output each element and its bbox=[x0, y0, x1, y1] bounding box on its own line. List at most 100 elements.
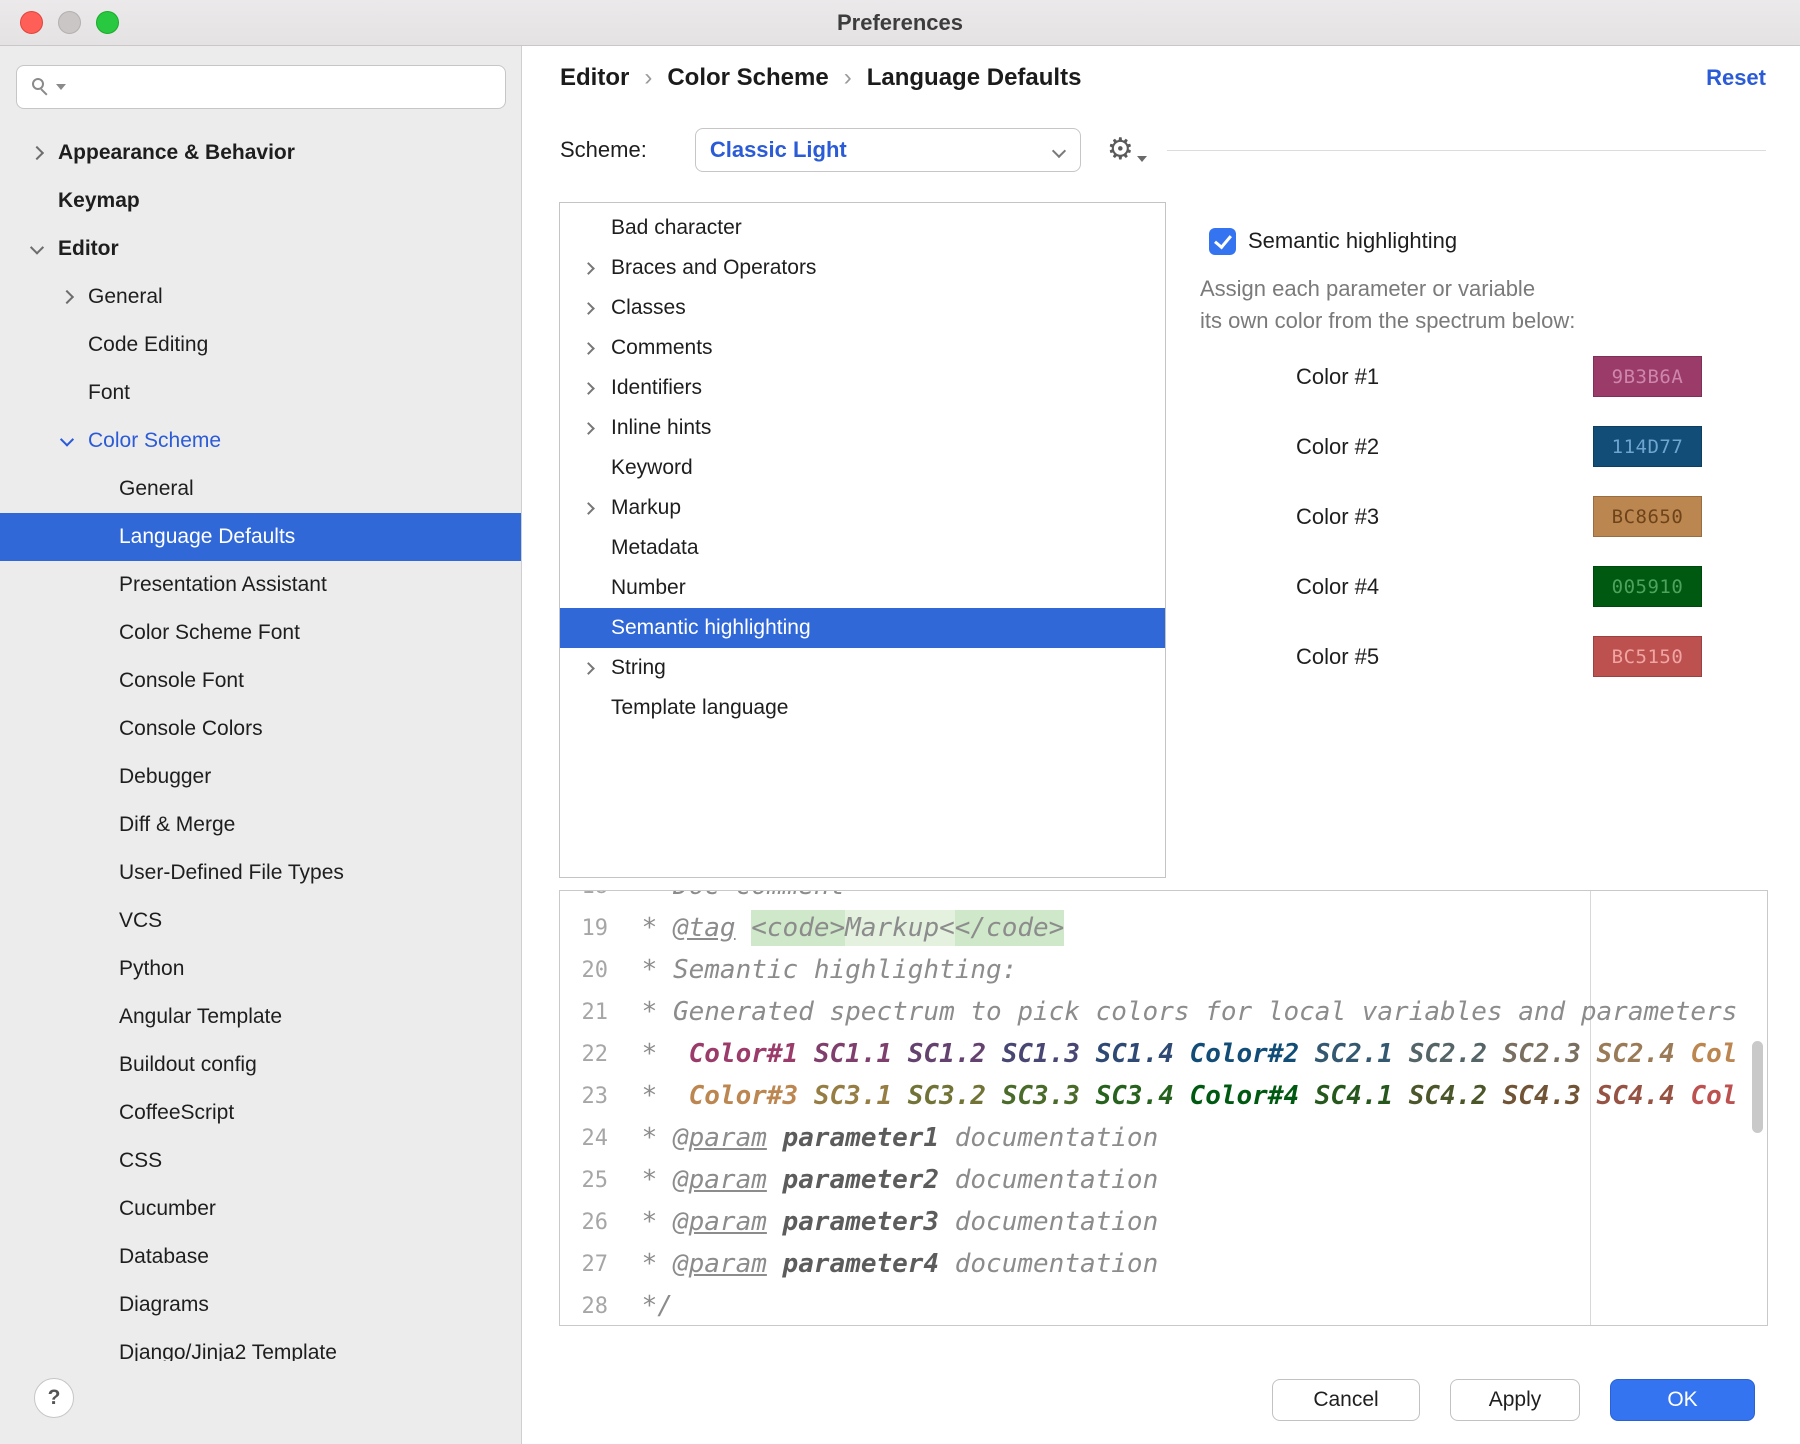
sidebar-item-font[interactable]: Font bbox=[0, 369, 521, 417]
code-line[interactable]: 24 * @param parameter1 documentation bbox=[560, 1117, 1767, 1159]
sidebar-item-css[interactable]: CSS bbox=[0, 1137, 521, 1185]
code-line[interactable]: 19 * @tag <code>Markup<</code> bbox=[560, 907, 1767, 949]
code-line[interactable]: 20 * Semantic highlighting: bbox=[560, 949, 1767, 991]
attribute-item-keyword[interactable]: Keyword bbox=[560, 448, 1165, 488]
sidebar-item-label: Diagrams bbox=[119, 1293, 209, 1317]
sidebar-item-diff-merge[interactable]: Diff & Merge bbox=[0, 801, 521, 849]
code-line[interactable]: 27 * @param parameter4 documentation bbox=[560, 1243, 1767, 1285]
code-line[interactable]: 18 * Doc comment bbox=[560, 891, 1767, 907]
attribute-item-metadata[interactable]: Metadata bbox=[560, 528, 1165, 568]
sidebar-item-keymap[interactable]: Keymap bbox=[0, 177, 521, 225]
attribute-item-number[interactable]: Number bbox=[560, 568, 1165, 608]
color-swatch[interactable]: BC8650 bbox=[1593, 496, 1702, 537]
color-swatch[interactable]: 114D77 bbox=[1593, 426, 1702, 467]
scheme-select[interactable]: Classic Light bbox=[695, 128, 1081, 172]
sidebar-item-database[interactable]: Database bbox=[0, 1233, 521, 1281]
attribute-item-label: Identifiers bbox=[611, 376, 702, 400]
breadcrumb-item-editor[interactable]: Editor bbox=[560, 64, 629, 92]
color-swatch[interactable]: 005910 bbox=[1593, 566, 1702, 607]
breadcrumb-item-color-scheme[interactable]: Color Scheme bbox=[667, 64, 828, 92]
chevron-right-icon[interactable] bbox=[582, 262, 595, 275]
attribute-item-bad-character[interactable]: Bad character bbox=[560, 208, 1165, 248]
color-label: Color #2 bbox=[1296, 434, 1379, 460]
chevron-right-icon[interactable] bbox=[582, 342, 595, 355]
attribute-item-semantic-highlighting[interactable]: Semantic highlighting bbox=[560, 608, 1165, 648]
semantic-description-line2: its own color from the spectrum below: bbox=[1200, 305, 1575, 337]
sidebar-item-label: Presentation Assistant bbox=[119, 573, 327, 597]
sidebar-item-label: Code Editing bbox=[88, 333, 208, 357]
sidebar-item-angular-template[interactable]: Angular Template bbox=[0, 993, 521, 1041]
attributes-list: Bad characterBraces and OperatorsClasses… bbox=[559, 202, 1166, 878]
color-swatch[interactable]: BC5150 bbox=[1593, 636, 1702, 677]
code-line[interactable]: 28 */ bbox=[560, 1285, 1767, 1325]
color-row-color-4: Color #4 005910 bbox=[1209, 566, 1769, 607]
sidebar-item-user-defined-file-types[interactable]: User-Defined File Types bbox=[0, 849, 521, 897]
ok-button[interactable]: OK bbox=[1610, 1379, 1755, 1421]
help-button[interactable]: ? bbox=[34, 1378, 74, 1418]
sidebar-item-label: Color Scheme Font bbox=[119, 621, 300, 645]
code-text: * @param parameter2 documentation bbox=[618, 1165, 1158, 1195]
code-line[interactable]: 22 * Color#1 SC1.1 SC1.2 SC1.3 SC1.4 Col… bbox=[560, 1033, 1767, 1075]
attribute-item-comments[interactable]: Comments bbox=[560, 328, 1165, 368]
scheme-settings-button[interactable]: ⚙ bbox=[1107, 135, 1147, 165]
cancel-button[interactable]: Cancel bbox=[1272, 1379, 1420, 1421]
sidebar-item-color-scheme[interactable]: Color Scheme bbox=[0, 417, 521, 465]
search-input[interactable] bbox=[16, 65, 506, 109]
breadcrumb-separator-icon: › bbox=[644, 64, 652, 92]
sidebar-item-color-scheme-font[interactable]: Color Scheme Font bbox=[0, 609, 521, 657]
attribute-item-inline-hints[interactable]: Inline hints bbox=[560, 408, 1165, 448]
color-label: Color #4 bbox=[1296, 574, 1379, 600]
sidebar-item-label: Cucumber bbox=[119, 1197, 216, 1221]
sidebar-item-label: Angular Template bbox=[119, 1005, 282, 1029]
sidebar-item-vcs[interactable]: VCS bbox=[0, 897, 521, 945]
sidebar-item-editor[interactable]: Editor bbox=[0, 225, 521, 273]
chevron-right-icon[interactable] bbox=[582, 302, 595, 315]
code-line[interactable]: 21 * Generated spectrum to pick colors f… bbox=[560, 991, 1767, 1033]
chevron-right-icon[interactable] bbox=[582, 662, 595, 675]
line-number: 22 bbox=[560, 1042, 618, 1067]
chevron-down-icon[interactable] bbox=[30, 241, 44, 255]
apply-button[interactable]: Apply bbox=[1450, 1379, 1580, 1421]
line-number: 19 bbox=[560, 916, 618, 941]
attribute-item-classes[interactable]: Classes bbox=[560, 288, 1165, 328]
attribute-item-string[interactable]: String bbox=[560, 648, 1165, 688]
attribute-item-markup[interactable]: Markup bbox=[560, 488, 1165, 528]
attribute-item-braces-and-operators[interactable]: Braces and Operators bbox=[560, 248, 1165, 288]
chevron-right-icon[interactable] bbox=[582, 502, 595, 515]
chevron-right-icon[interactable] bbox=[60, 290, 74, 304]
sidebar-item-general[interactable]: General bbox=[0, 273, 521, 321]
semantic-description: Assign each parameter or variable its ow… bbox=[1200, 273, 1575, 337]
sidebar-item-presentation-assistant[interactable]: Presentation Assistant bbox=[0, 561, 521, 609]
attribute-item-template-language[interactable]: Template language bbox=[560, 688, 1165, 728]
sidebar-item-cucumber[interactable]: Cucumber bbox=[0, 1185, 521, 1233]
chevron-right-icon[interactable] bbox=[582, 422, 595, 435]
sidebar-item-console-colors[interactable]: Console Colors bbox=[0, 705, 521, 753]
sidebar-item-diagrams[interactable]: Diagrams bbox=[0, 1281, 521, 1329]
preview-scrollbar-thumb[interactable] bbox=[1752, 1041, 1763, 1133]
attribute-item-identifiers[interactable]: Identifiers bbox=[560, 368, 1165, 408]
semantic-highlighting-checkbox[interactable] bbox=[1209, 228, 1236, 255]
code-line[interactable]: 25 * @param parameter2 documentation bbox=[560, 1159, 1767, 1201]
chevron-down-icon[interactable] bbox=[60, 433, 74, 447]
sidebar-item-debugger[interactable]: Debugger bbox=[0, 753, 521, 801]
attribute-item-label: Keyword bbox=[611, 456, 693, 480]
sidebar-item-code-editing[interactable]: Code Editing bbox=[0, 321, 521, 369]
color-row-color-3: Color #3 BC8650 bbox=[1209, 496, 1769, 537]
code-line[interactable]: 23 * Color#3 SC3.1 SC3.2 SC3.3 SC3.4 Col… bbox=[560, 1075, 1767, 1117]
sidebar-item-appearance-behavior[interactable]: Appearance & Behavior bbox=[0, 129, 521, 177]
chevron-right-icon[interactable] bbox=[582, 382, 595, 395]
sidebar-item-buildout-config[interactable]: Buildout config bbox=[0, 1041, 521, 1089]
sidebar-item-coffeescript[interactable]: CoffeeScript bbox=[0, 1089, 521, 1137]
color-swatch[interactable]: 9B3B6A bbox=[1593, 356, 1702, 397]
reset-button[interactable]: Reset bbox=[1706, 65, 1766, 91]
code-line[interactable]: 26 * @param parameter3 documentation bbox=[560, 1201, 1767, 1243]
color-label: Color #3 bbox=[1296, 504, 1379, 530]
preview-code: 18 * Doc comment19 * @tag <code>Markup<<… bbox=[560, 891, 1767, 1325]
sidebar-item-console-font[interactable]: Console Font bbox=[0, 657, 521, 705]
search-options-caret-icon[interactable] bbox=[56, 84, 66, 90]
sidebar-item-general[interactable]: General bbox=[0, 465, 521, 513]
sidebar-item-language-defaults[interactable]: Language Defaults bbox=[0, 513, 521, 561]
sidebar-item-django-jinja2-template[interactable]: Django/Jinja2 Template bbox=[0, 1329, 521, 1361]
chevron-right-icon[interactable] bbox=[30, 146, 44, 160]
sidebar-item-python[interactable]: Python bbox=[0, 945, 521, 993]
